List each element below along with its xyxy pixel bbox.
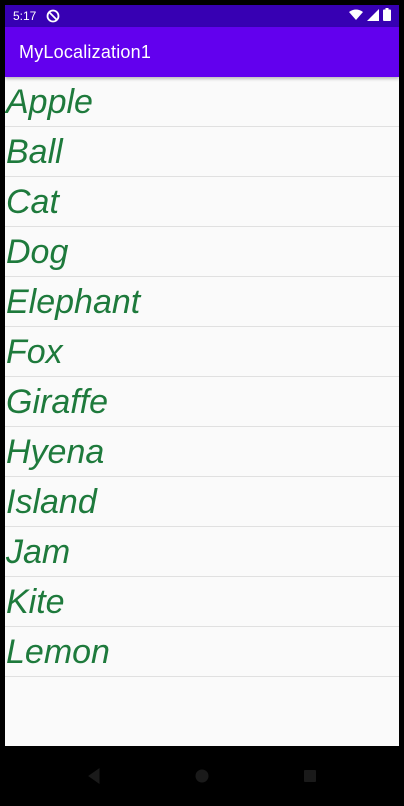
list-item-label: Giraffe [6,382,109,421]
list-item-label: Hyena [6,432,105,471]
navigation-bar [0,746,404,806]
app-screen: 5:17 MyLocalization1 Apple Ball Cat Dog … [5,5,399,746]
list-item[interactable]: Fox [5,327,399,377]
list-item[interactable]: Cat [5,177,399,227]
home-icon [195,769,209,783]
list-item[interactable]: Apple [5,77,399,127]
list-item-label: Kite [6,582,65,621]
list-item[interactable]: Ball [5,127,399,177]
list-item[interactable]: Jam [5,527,399,577]
recents-button[interactable] [298,764,322,788]
status-bar: 5:17 [5,5,399,27]
app-bar: MyLocalization1 [5,27,399,77]
back-button[interactable] [82,764,106,788]
list-item-label: Jam [6,532,71,571]
list-item[interactable]: Elephant [5,277,399,327]
list-item[interactable]: Lemon [5,627,399,677]
list-item[interactable]: Dog [5,227,399,277]
battery-icon [383,8,391,24]
list-item-label: Island [6,482,97,521]
status-icons [349,8,391,24]
list-item[interactable]: Kite [5,577,399,627]
list-item-label: Ball [6,132,63,171]
device-frame: 5:17 MyLocalization1 Apple Ball Cat Dog … [0,0,404,806]
status-time: 5:17 [13,9,37,23]
list-item[interactable]: Hyena [5,427,399,477]
list-item-label: Dog [6,232,69,271]
home-button[interactable] [190,764,214,788]
word-list: Apple Ball Cat Dog Elephant Fox Giraffe Hyena Is… [5,77,399,677]
list-item-label: Apple [6,82,93,121]
signal-icon [367,8,379,24]
list-item-label: Elephant [6,282,141,321]
list-item-label: Cat [6,182,59,221]
recents-icon [304,770,316,782]
wifi-icon [349,9,363,24]
list-item-label: Lemon [6,632,110,671]
list-item[interactable]: Island [5,477,399,527]
list-item-label: Fox [6,332,63,371]
do-not-disturb-icon [46,9,60,23]
app-title: MyLocalization1 [19,41,152,62]
list-item[interactable]: Giraffe [5,377,399,427]
back-icon [88,768,100,784]
